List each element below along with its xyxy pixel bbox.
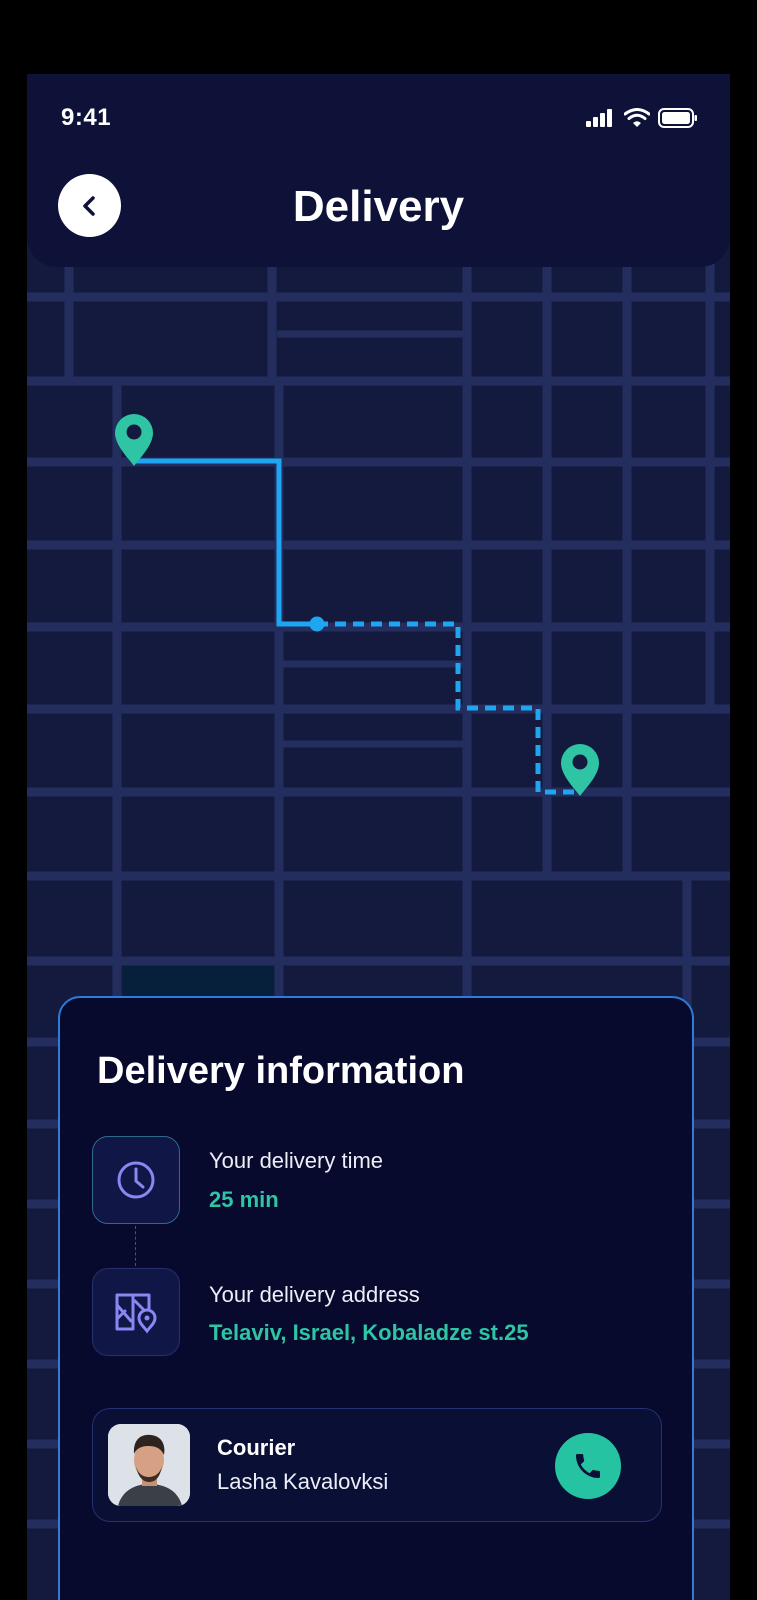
delivery-time-label: Your delivery time [209,1148,384,1173]
delivery-address-icon-box [92,1268,180,1356]
clock-icon [117,1161,155,1199]
delivery-address-label: Your delivery address [209,1282,420,1307]
delivery-time-value: 25 min [209,1187,279,1212]
status-icons [586,108,698,128]
app-header: 9:41 Delivery [27,74,730,267]
delivery-info-card: Delivery information Your delivery time … [58,996,694,1600]
status-time: 9:41 [61,104,112,131]
courier-avatar [108,1424,190,1506]
delivery-time-icon-box [92,1136,180,1224]
battery-icon [658,108,697,128]
delivery-address-value: Telaviv, Israel, Kobaladze st.25 [209,1320,529,1345]
phone-icon [576,1454,600,1478]
delivery-info-title: Delivery information [97,1050,465,1092]
phone-screen: 9:41 Delivery Delivery information Your … [27,74,730,1600]
courier-card: Courier Lasha Kavalovksi [92,1408,662,1522]
page-title: Delivery [292,182,465,231]
wifi-icon [624,108,650,127]
courier-name: Lasha Kavalovksi [217,1469,389,1494]
courier-photo [108,1424,190,1506]
call-courier-button[interactable] [555,1433,621,1499]
signal-icon [586,109,612,127]
map-location-icon [115,1293,157,1334]
courier-role: Courier [217,1435,296,1460]
info-connector [135,1226,136,1266]
